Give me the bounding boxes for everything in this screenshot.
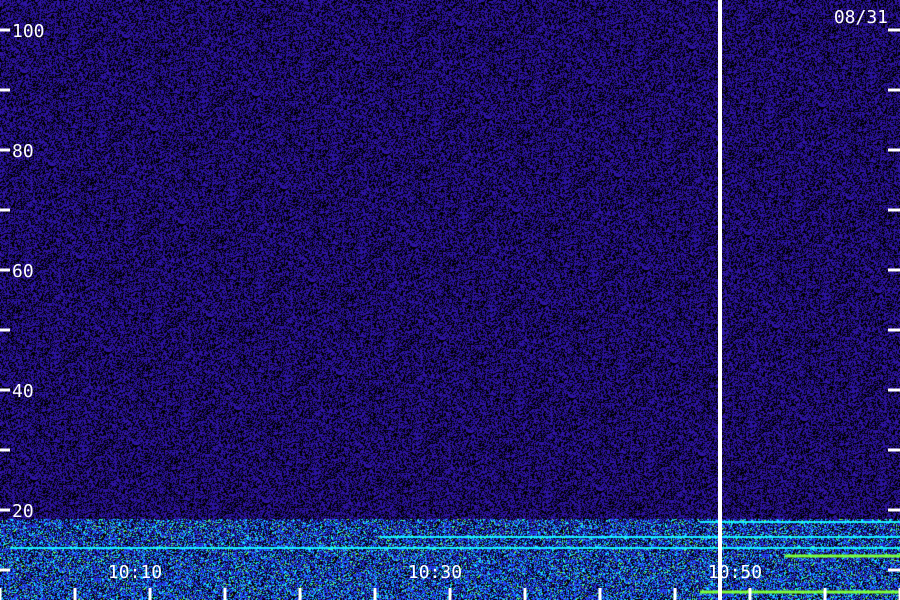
- y-axis-left: [0, 28, 10, 572]
- x-tick-label: 10:50: [708, 562, 762, 583]
- x-axis: [0, 588, 900, 600]
- spectrogram-chart: 20 40 60 80 100 10:10 10:30 10:50 08/31: [0, 0, 900, 600]
- chart-axes-overlay: 20 40 60 80 100 10:10 10:30 10:50 08/31: [0, 0, 900, 600]
- x-axis-labels: 10:10 10:30 10:50: [108, 562, 762, 583]
- y-axis-labels: 20 40 60 80 100: [12, 21, 45, 522]
- date-label: 08/31: [834, 7, 888, 28]
- x-tick-label: 10:30: [408, 562, 462, 583]
- y-tick-label: 100: [12, 21, 45, 42]
- y-tick-label: 20: [12, 501, 34, 522]
- y-tick-label: 60: [12, 261, 34, 282]
- x-tick-label: 10:10: [108, 562, 162, 583]
- y-axis-right: [888, 28, 900, 572]
- y-tick-label: 80: [12, 141, 34, 162]
- y-tick-label: 40: [12, 381, 34, 402]
